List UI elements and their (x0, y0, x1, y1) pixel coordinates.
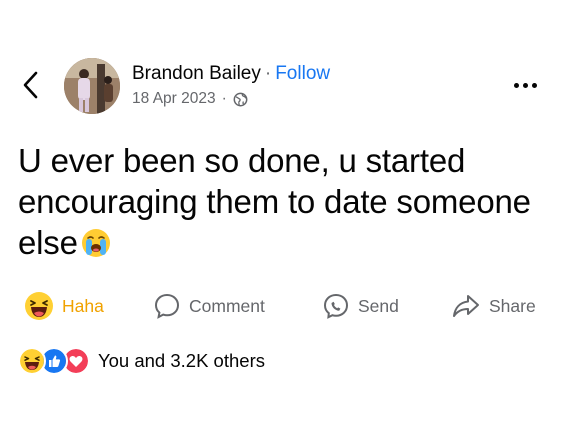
action-bar: Haha Comment Send Share (0, 288, 563, 324)
reactions-count-text[interactable]: You and 3.2K others (98, 350, 265, 372)
haha-icon (25, 292, 53, 320)
send-button[interactable]: Send (322, 288, 399, 324)
avatar-photo (64, 58, 120, 114)
post-text: U ever been so done, u started encouragi… (18, 140, 553, 263)
share-button[interactable]: Share (451, 288, 536, 324)
separator: · (264, 63, 272, 84)
follow-button[interactable]: Follow (275, 63, 330, 84)
loudly-crying-face-emoji (81, 229, 110, 257)
more-horizontal-icon-dot (523, 83, 528, 88)
send-label: Send (358, 295, 399, 316)
chevron-left-icon[interactable] (20, 70, 42, 100)
meta-separator: · (221, 90, 227, 107)
post-date[interactable]: 18 Apr 2023 (132, 90, 216, 108)
avatar[interactable] (64, 58, 120, 114)
share-icon (453, 295, 479, 317)
haha-label: Haha (62, 295, 104, 316)
share-label: Share (489, 295, 536, 316)
comment-icon (154, 293, 180, 319)
haha-reaction-button[interactable]: Haha (24, 288, 104, 324)
more-options-button[interactable] (514, 79, 542, 93)
comment-button[interactable]: Comment (153, 288, 265, 324)
more-horizontal-icon-dot (532, 83, 537, 88)
reactions-summary[interactable]: You and 3.2K others (18, 347, 265, 375)
messenger-send-icon (323, 293, 349, 319)
author-line: Brandon Bailey · Follow (132, 63, 330, 85)
globe-icon[interactable] (233, 92, 248, 107)
author-name[interactable]: Brandon Bailey (132, 63, 261, 84)
haha-icon (18, 347, 46, 375)
post-meta: 18 Apr 2023 · (132, 90, 248, 108)
comment-label: Comment (189, 295, 265, 316)
more-horizontal-icon-dot (514, 83, 519, 88)
